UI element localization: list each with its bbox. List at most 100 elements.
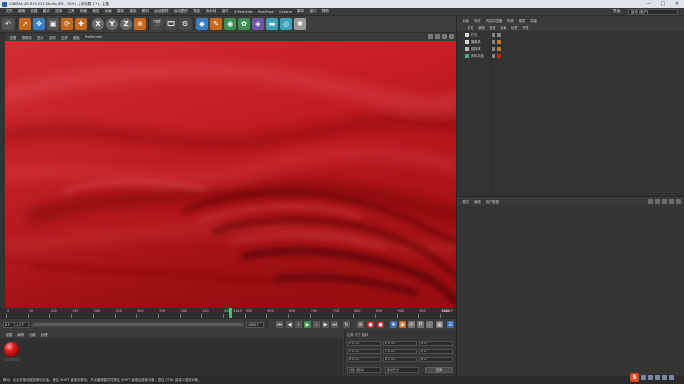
material-menu-create[interactable]: 创建 bbox=[3, 332, 15, 337]
menu-sculpt[interactable]: 雕刻 bbox=[139, 9, 151, 14]
scale-key-icon[interactable]: ▣ bbox=[399, 321, 406, 328]
orbit-icon[interactable] bbox=[442, 34, 447, 39]
size-x-field[interactable]: X 0 cm bbox=[383, 340, 417, 346]
record-active-icon[interactable]: ● bbox=[367, 321, 374, 328]
menu-window[interactable]: 窗口 bbox=[307, 9, 319, 14]
close-button[interactable]: ✕ bbox=[670, 0, 684, 8]
menu-select[interactable]: 选择 bbox=[53, 9, 65, 14]
subdivision-surface-icon[interactable]: ◉ bbox=[224, 18, 236, 30]
y-axis-button[interactable]: Y bbox=[106, 18, 118, 30]
attribute-menu-edit[interactable]: 编辑 bbox=[472, 199, 484, 204]
position-x-field[interactable]: X 0 cm bbox=[347, 340, 381, 346]
object-tag-icon[interactable] bbox=[497, 32, 501, 37]
zoom-icon[interactable] bbox=[435, 34, 440, 39]
viewport-menu-options[interactable]: 选项 bbox=[46, 35, 58, 40]
tray-icon[interactable] bbox=[641, 374, 646, 380]
menu-motion-tracker[interactable]: 运动跟踪 bbox=[152, 9, 172, 14]
rotation-h-field[interactable]: H 0 ° bbox=[419, 340, 453, 346]
size-y-field[interactable]: Y 0 cm bbox=[383, 348, 417, 354]
menu-script[interactable]: 脚本 bbox=[295, 9, 307, 14]
move-key-icon[interactable]: ✥ bbox=[390, 321, 397, 328]
rotation-b-field[interactable]: B 0 ° bbox=[419, 356, 453, 362]
menu-create[interactable]: 创建 bbox=[28, 9, 40, 14]
pan-icon[interactable] bbox=[428, 34, 433, 39]
menu-edit[interactable]: 编辑 bbox=[15, 9, 27, 14]
recent-tools-icon[interactable]: ✚ bbox=[75, 18, 87, 30]
viewport-menu-filter[interactable]: 过滤 bbox=[58, 35, 70, 40]
material-menu-function[interactable]: 功能 bbox=[27, 332, 39, 337]
scale-icon[interactable]: ▣ bbox=[47, 18, 59, 30]
loop-icon[interactable]: ↻ bbox=[343, 321, 350, 328]
menu-help[interactable]: 帮助 bbox=[319, 9, 331, 14]
size-mode-select[interactable]: 绝对尺寸 bbox=[385, 367, 419, 373]
menu-tools[interactable]: 工具 bbox=[65, 9, 77, 14]
object-menu-file[interactable]: 文件 bbox=[465, 25, 476, 30]
camera-icon[interactable]: ◎ bbox=[280, 18, 292, 30]
undo-icon[interactable]: ↶ bbox=[2, 18, 14, 30]
floor-environment-icon[interactable]: ▬ bbox=[266, 18, 278, 30]
3d-viewport[interactable] bbox=[5, 41, 456, 308]
object-tag-icon[interactable] bbox=[497, 46, 501, 51]
object-menu-objects[interactable]: 对象 bbox=[498, 25, 509, 30]
next-key-icon[interactable]: ▶ bbox=[322, 321, 329, 328]
menu-pipeline[interactable]: 流水线 bbox=[203, 9, 219, 14]
render-picture-viewer-icon[interactable]: 🎞 bbox=[165, 18, 177, 30]
next-frame-icon[interactable]: › bbox=[313, 321, 320, 328]
back-arrow-icon[interactable] bbox=[648, 198, 653, 204]
tray-icon[interactable] bbox=[655, 374, 660, 380]
viewport-menu-view[interactable]: 查看 bbox=[7, 35, 19, 40]
preview-range-slider[interactable] bbox=[32, 322, 244, 327]
menu-realflow[interactable]: RealFlow bbox=[255, 10, 276, 14]
object-menu-view[interactable]: 查看 bbox=[487, 25, 498, 30]
play-forward-icon[interactable]: ▶ bbox=[304, 321, 311, 328]
size-z-field[interactable]: Z 0 cm bbox=[383, 356, 417, 362]
lock-icon[interactable] bbox=[669, 198, 674, 204]
timeline-menu-icon[interactable]: ☰ bbox=[447, 321, 454, 328]
point-level-icon[interactable]: ⁘ bbox=[426, 321, 433, 328]
menu-animate[interactable]: 动画 bbox=[102, 9, 114, 14]
menu-snap[interactable]: 捕捉 bbox=[90, 9, 102, 14]
menu-mode[interactable]: 模式 bbox=[40, 9, 52, 14]
coordinate-mode-select[interactable]: 对象 (相对) bbox=[347, 367, 381, 373]
tab-objects[interactable]: 对象 bbox=[460, 18, 472, 23]
pen-spline-icon[interactable]: ✎ bbox=[210, 18, 222, 30]
viewport-menu-prorender[interactable]: ProRender bbox=[82, 35, 105, 39]
tab-takes[interactable]: 场次 bbox=[472, 18, 484, 23]
tab-hierarchy[interactable]: 层级 bbox=[528, 18, 540, 23]
select-arrow-icon[interactable]: ➚ bbox=[19, 18, 31, 30]
menu-simulate[interactable]: 模拟 bbox=[114, 9, 126, 14]
film-icon[interactable]: ▦ bbox=[436, 321, 443, 328]
move-icon[interactable]: ✥ bbox=[33, 18, 45, 30]
tray-icon[interactable] bbox=[669, 374, 674, 380]
position-y-field[interactable]: Y 0 cm bbox=[347, 348, 381, 354]
viewport-menu-cameras[interactable]: 摄像机 bbox=[19, 35, 34, 40]
object-menu-bookmarks[interactable]: 书签 bbox=[520, 25, 531, 30]
x-axis-button[interactable]: X bbox=[92, 18, 104, 30]
keyframe-selection-icon[interactable]: ⊘ bbox=[357, 321, 364, 328]
autokey-icon[interactable]: ● bbox=[377, 321, 384, 328]
red-material-swatch[interactable] bbox=[4, 342, 19, 357]
search-icon[interactable] bbox=[662, 198, 667, 204]
coordinate-system-icon[interactable]: ⊕ bbox=[134, 18, 146, 30]
tab-structure[interactable]: 构造 bbox=[505, 18, 517, 23]
menu-octane[interactable]: Octane bbox=[276, 10, 294, 14]
menu-mesh[interactable]: 网格 bbox=[77, 9, 89, 14]
apply-button[interactable]: 应用 bbox=[425, 367, 453, 373]
menu-render[interactable]: 渲染 bbox=[127, 9, 139, 14]
cube-primitive-icon[interactable]: ◆ bbox=[196, 18, 208, 30]
object-menu-edit[interactable]: 编辑 bbox=[476, 25, 487, 30]
timeline-ruler[interactable]: 514 F 1000 F 0 50 100 150 200 250 300 350 400 450… bbox=[0, 308, 456, 318]
deformer-icon[interactable]: ◈ bbox=[252, 18, 264, 30]
tray-icon[interactable] bbox=[662, 374, 667, 380]
menu-mograph[interactable]: 运动图形 bbox=[171, 9, 191, 14]
layout-select[interactable]: 启动 (用户) bbox=[628, 9, 678, 15]
go-to-start-icon[interactable]: ⏮ bbox=[276, 321, 283, 328]
tray-icon[interactable] bbox=[648, 374, 653, 380]
object-tag-icon[interactable] bbox=[497, 53, 501, 58]
position-z-field[interactable]: Z 0 cm bbox=[347, 356, 381, 362]
previous-key-icon[interactable]: ◀ bbox=[286, 321, 293, 328]
object-menu-tags[interactable]: 标签 bbox=[509, 25, 520, 30]
rotate-key-icon[interactable]: ⟳ bbox=[408, 321, 415, 328]
material-menu-texture[interactable]: 纹理 bbox=[38, 332, 50, 337]
object-tag-icon[interactable] bbox=[497, 39, 501, 44]
